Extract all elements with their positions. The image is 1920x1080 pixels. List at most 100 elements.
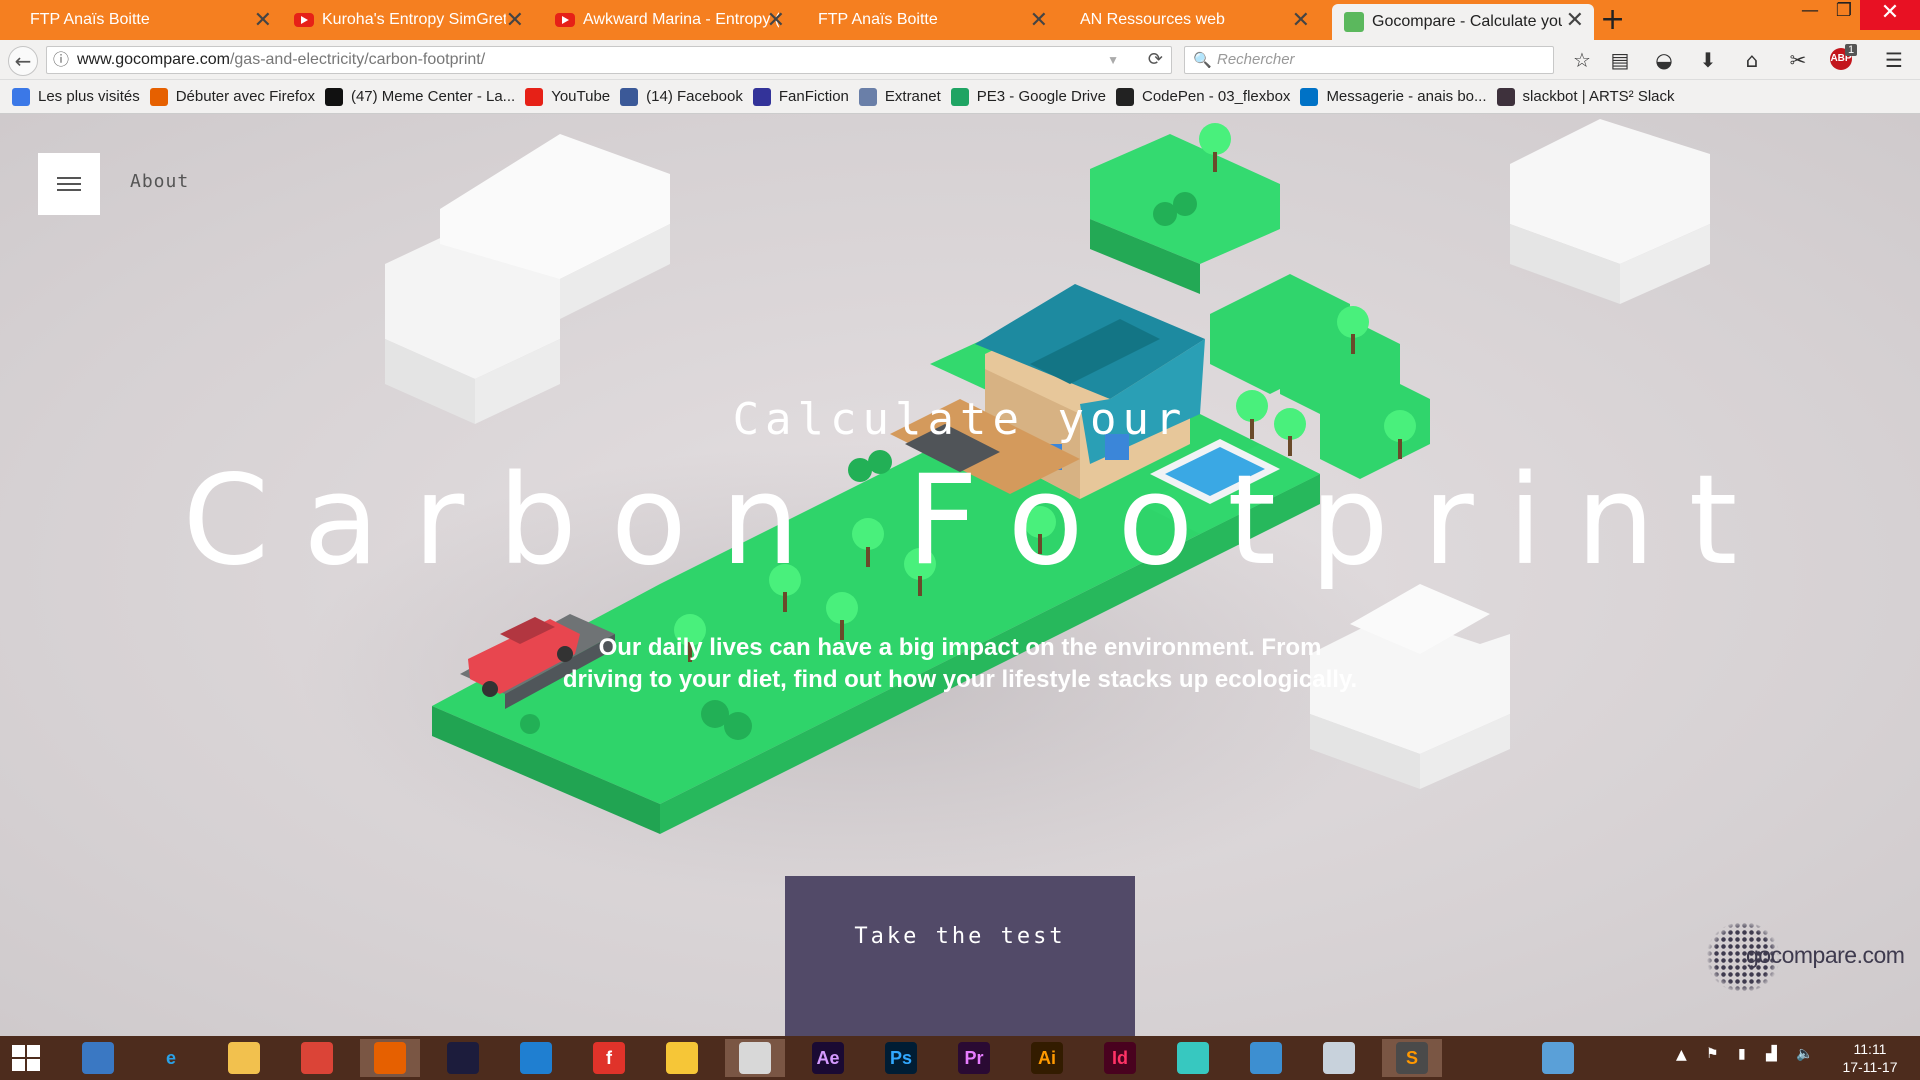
reload-icon[interactable]: ⟳ bbox=[1148, 47, 1163, 73]
taskbar-app[interactable] bbox=[360, 1039, 420, 1077]
extension-icon[interactable]: ✂ bbox=[1784, 48, 1812, 74]
menu-button[interactable] bbox=[38, 153, 100, 215]
tab-youtube-entropy[interactable]: Kuroha's Entropy SimGretina ✕ bbox=[294, 0, 534, 40]
windows-logo-pane bbox=[12, 1045, 25, 1057]
home-icon[interactable]: ⌂ bbox=[1738, 48, 1766, 74]
bookmark-item[interactable]: FanFiction bbox=[752, 87, 849, 106]
facebook-icon bbox=[620, 87, 639, 106]
close-icon[interactable]: ✕ bbox=[1566, 8, 1584, 33]
taskbar-app[interactable] bbox=[433, 1039, 493, 1077]
tab-youtube-awkward[interactable]: Awkward Marina - Entropy ( ✕ bbox=[555, 0, 795, 40]
taskbar-app[interactable] bbox=[506, 1039, 566, 1077]
taskbar-app[interactable]: e bbox=[141, 1039, 201, 1077]
windows-logo-pane bbox=[12, 1059, 25, 1071]
codepen-icon bbox=[1116, 87, 1134, 106]
close-icon[interactable]: ✕ bbox=[1292, 8, 1310, 33]
downloads-icon[interactable]: ⬇ bbox=[1694, 48, 1722, 74]
tab-gocompare[interactable]: Gocompare - Calculate your ✕ bbox=[1332, 4, 1594, 40]
search-input[interactable]: 🔍 Rechercher bbox=[1184, 46, 1554, 74]
most-visited-icon bbox=[12, 87, 30, 106]
taskbar-app[interactable]: Id bbox=[1090, 1039, 1150, 1077]
close-icon[interactable]: ✕ bbox=[767, 8, 785, 33]
gocompare-logo[interactable]: gocompare.com bbox=[1706, 922, 1905, 992]
windows-taskbar: ▲ ⚑ ▮ ▟ 🔈 11:11 17-11-17 e f Ae Ps Pr Ai Id S bbox=[0, 1036, 1920, 1080]
signal-icon[interactable]: ▟ bbox=[1766, 1046, 1777, 1062]
windows-start-icon[interactable] bbox=[12, 1045, 42, 1071]
history-dropdown-icon[interactable]: ▼ bbox=[1107, 47, 1119, 73]
minimize-window-button[interactable]: — bbox=[1792, 0, 1828, 30]
taskbar-app[interactable] bbox=[68, 1039, 128, 1077]
taskbar-app[interactable]: S bbox=[1382, 1039, 1442, 1077]
taskbar-app[interactable] bbox=[652, 1039, 712, 1077]
hero-title: Carbon Footprint bbox=[182, 449, 1772, 593]
taskbar-app[interactable] bbox=[1236, 1039, 1296, 1077]
character-app-icon bbox=[1250, 1042, 1282, 1074]
file-explorer-icon bbox=[228, 1042, 260, 1074]
show-hidden-icons-icon[interactable]: ▲ bbox=[1676, 1047, 1687, 1063]
internet-explorer-icon: e bbox=[165, 1047, 176, 1068]
bookmark-item[interactable]: (47) Meme Center - La... bbox=[324, 87, 516, 106]
bookmark-item[interactable]: Messagerie - anais bo... bbox=[1300, 87, 1487, 106]
bookmark-item[interactable]: slackbot | ARTS² Slack bbox=[1496, 87, 1675, 106]
url-bar[interactable]: ⓘ www.gocompare.com/gas-and-electricity/… bbox=[46, 46, 1172, 74]
task-view-icon bbox=[82, 1042, 114, 1074]
nav-about-link[interactable]: About bbox=[130, 171, 189, 192]
pocket-icon[interactable]: ◒ bbox=[1650, 48, 1678, 74]
gocompare-icon bbox=[1344, 12, 1364, 32]
flash-icon: f bbox=[593, 1042, 625, 1074]
taskbar-app[interactable] bbox=[214, 1039, 274, 1077]
bookmark-item[interactable]: Débuter avec Firefox bbox=[149, 87, 315, 106]
taskbar-app[interactable]: Ai bbox=[1017, 1039, 1077, 1077]
clock-time: 11:11 bbox=[1853, 1041, 1887, 1057]
fanfiction-icon bbox=[752, 87, 771, 106]
taskbar-app[interactable]: f bbox=[579, 1039, 639, 1077]
taskbar-app[interactable]: Ae bbox=[798, 1039, 858, 1077]
taskbar-app[interactable] bbox=[1528, 1039, 1588, 1077]
gocompare-logo-text: gocompare.com bbox=[1746, 942, 1905, 968]
taskbar-app[interactable] bbox=[1309, 1039, 1369, 1077]
bookmark-label: CodePen - 03_flexbox bbox=[1142, 88, 1291, 105]
hamburger-icon-line bbox=[57, 183, 81, 185]
network-warning-icon[interactable]: ⚑ bbox=[1706, 1046, 1719, 1062]
chrome-icon bbox=[301, 1042, 333, 1074]
bookmark-item[interactable]: YouTube bbox=[525, 87, 611, 106]
youtube-icon bbox=[525, 87, 544, 106]
bookmark-item[interactable]: (14) Facebook bbox=[620, 87, 743, 106]
bookmark-label: (47) Meme Center - La... bbox=[350, 88, 516, 105]
tab-ressources-web[interactable]: AN Ressources web ✕ bbox=[1080, 0, 1320, 40]
windows-logo-pane bbox=[27, 1059, 40, 1071]
system-clock[interactable]: 11:11 17-11-17 bbox=[1835, 1040, 1905, 1076]
taskbar-app[interactable]: Pr bbox=[944, 1039, 1004, 1077]
restore-window-button[interactable]: ❐ bbox=[1826, 0, 1862, 30]
hamburger-menu-icon[interactable]: ☰ bbox=[1880, 48, 1908, 74]
site-info-icon[interactable]: ⓘ bbox=[53, 47, 69, 73]
bookmark-item[interactable]: CodePen - 03_flexbox bbox=[1116, 87, 1291, 106]
tab-ftp-1[interactable]: FTP Anaïs Boitte ✕ bbox=[14, 0, 282, 40]
take-the-test-button[interactable]: Take the test bbox=[785, 876, 1135, 1036]
tab-strip: FTP Anaïs Boitte ✕ Kuroha's Entropy SimG… bbox=[0, 0, 1920, 40]
bookmark-star-icon[interactable]: ☆ bbox=[1568, 48, 1596, 74]
extranet-icon bbox=[858, 87, 877, 106]
back-button[interactable]: ← bbox=[8, 46, 38, 76]
bookmark-item[interactable]: Les plus visités bbox=[12, 87, 140, 106]
hamburger-icon bbox=[57, 177, 81, 179]
tab-ftp-2[interactable]: FTP Anaïs Boitte ✕ bbox=[818, 0, 1058, 40]
taskbar-app[interactable] bbox=[1163, 1039, 1223, 1077]
taskbar-app[interactable] bbox=[1455, 1039, 1515, 1077]
close-icon[interactable]: ✕ bbox=[506, 8, 524, 33]
close-window-button[interactable]: ✕ bbox=[1860, 0, 1920, 30]
taskbar-app[interactable]: Ps bbox=[871, 1039, 931, 1077]
battery-icon[interactable]: ▮ bbox=[1738, 1046, 1746, 1062]
volume-icon[interactable]: 🔈 bbox=[1796, 1046, 1813, 1062]
close-icon[interactable]: ✕ bbox=[254, 8, 272, 33]
close-icon[interactable]: ✕ bbox=[1030, 8, 1048, 33]
paint-tool-icon bbox=[739, 1042, 771, 1074]
bookmark-item[interactable]: PE3 - Google Drive bbox=[950, 87, 1106, 106]
bookmark-label: YouTube bbox=[551, 88, 611, 105]
new-tab-button[interactable]: + bbox=[1600, 2, 1625, 37]
taskbar-app[interactable] bbox=[287, 1039, 347, 1077]
bookmark-item[interactable]: Extranet bbox=[858, 87, 941, 106]
taskbar-app[interactable] bbox=[725, 1039, 785, 1077]
reading-list-icon[interactable]: ▤ bbox=[1606, 48, 1634, 74]
miku-icon bbox=[1177, 1042, 1209, 1074]
